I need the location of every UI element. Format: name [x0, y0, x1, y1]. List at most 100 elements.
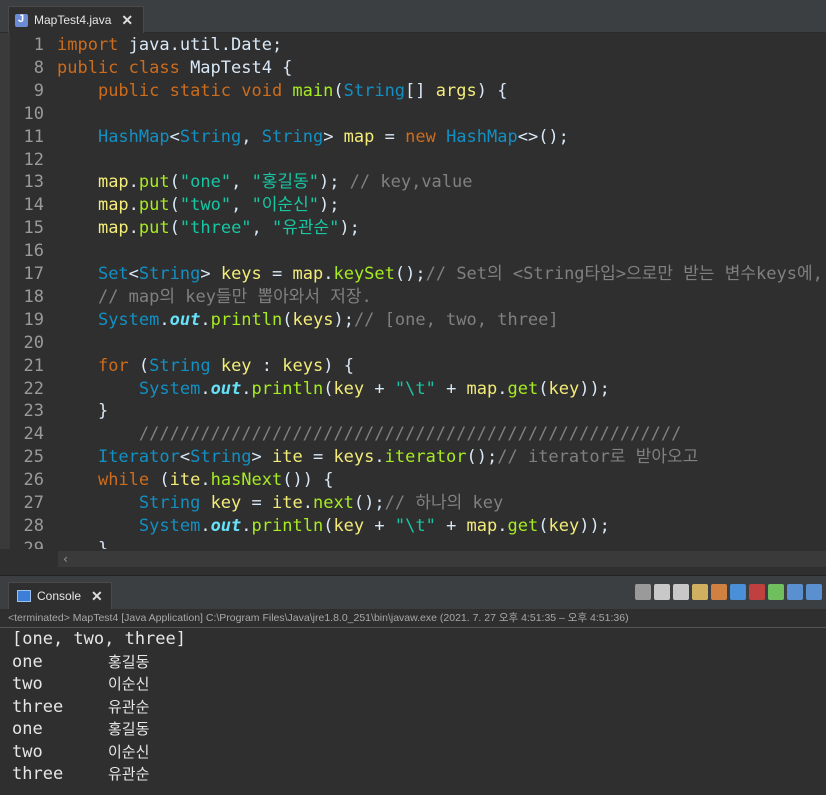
code-token: key — [548, 515, 580, 536]
editor-tab-maptest4[interactable]: MapTest4.java ✕ — [8, 6, 145, 33]
scroll-lock-icon[interactable] — [692, 584, 708, 600]
code-token: java.util.Date; — [128, 35, 283, 55]
code-line: 12 — [0, 149, 826, 172]
console-icon — [17, 590, 31, 602]
code-token: "\t" — [394, 515, 436, 536]
code-token: "one" — [179, 172, 232, 193]
code-token: > — [251, 447, 272, 468]
word-wrap-icon[interactable] — [711, 584, 727, 600]
code-token: (); — [353, 493, 385, 513]
code-token: hasNext — [210, 470, 283, 491]
code-token: String — [261, 126, 324, 147]
close-icon[interactable]: ✕ — [121, 12, 133, 29]
console-tab[interactable]: Console ✕ — [8, 582, 112, 609]
code-line: 16 — [0, 240, 826, 263]
close-icon[interactable]: ✕ — [91, 588, 103, 605]
line-number: 12 — [23, 149, 44, 170]
code-token: String — [138, 264, 201, 284]
code-token: < — [128, 264, 139, 284]
code-token: . — [241, 378, 252, 399]
code-text: System.out.println(key + "\t" + map.get(… — [57, 378, 610, 401]
code-token: import — [57, 35, 129, 55]
code-line: 13 map.put("one", "홍길동"); // key,value — [0, 171, 826, 194]
code-line: 21 for (String key : keys) { — [0, 355, 826, 378]
code-token: System — [138, 378, 201, 399]
output-key: two — [12, 674, 43, 694]
code-token: map — [97, 218, 129, 239]
code-token: String — [138, 493, 201, 513]
remove-all-icon[interactable] — [673, 584, 689, 600]
code-token: . — [241, 515, 252, 536]
scroll-left-icon[interactable]: ‹ — [62, 551, 69, 567]
code-text: public static void main(String[] args) { — [57, 80, 507, 103]
code-text: ////////////////////////////////////////… — [57, 423, 681, 446]
show-on-output-icon[interactable] — [730, 584, 746, 600]
console-toolbar — [635, 584, 822, 600]
code-token: = — [241, 493, 272, 513]
display-console-icon[interactable] — [787, 584, 803, 600]
code-token: , — [231, 195, 252, 216]
open-console-icon[interactable] — [806, 584, 822, 600]
code-token: < — [179, 447, 191, 468]
code-editor[interactable]: 1 import java.util.Date; 8 public class Map… — [0, 33, 826, 549]
code-text: map.put("two", "이순신"); — [57, 194, 339, 217]
code-text: public class MapTest4 { — [57, 57, 292, 80]
console-line: [one, two, three] — [12, 629, 186, 649]
code-token: . — [200, 470, 211, 491]
output-key: three — [12, 764, 64, 784]
code-token: . — [159, 309, 170, 330]
console-tab-bar: Console ✕ — [0, 575, 826, 610]
line-number: 13 — [23, 172, 44, 193]
code-token: println — [210, 309, 283, 330]
code-token: ( — [138, 355, 150, 376]
code-line: 11 HashMap<String, String> map = new Has… — [0, 126, 826, 149]
code-token: HashMap — [446, 126, 518, 147]
code-text: import java.util.Date; — [57, 34, 282, 57]
code-token: System — [97, 309, 160, 330]
console-output[interactable]: [one, two, three] one 홍길동 two 이순신 three 유관순 on… — [0, 628, 826, 795]
remove-launch-icon[interactable] — [654, 584, 670, 600]
code-token: HashMap — [97, 126, 170, 147]
code-line: 29 } — [0, 538, 826, 549]
code-token: keys — [282, 355, 324, 376]
line-number: 8 — [33, 57, 44, 78]
code-text: String key = ite.next();// 하나의 key — [57, 492, 503, 515]
code-token: iterator — [384, 447, 467, 468]
code-token: . — [497, 515, 508, 536]
show-on-error-icon[interactable] — [749, 584, 765, 600]
code-token: while — [97, 470, 160, 491]
code-line: 17 Set<String> keys = map.keySet();// Se… — [0, 263, 826, 286]
output-key: three — [12, 696, 64, 717]
code-token: } — [57, 538, 109, 549]
output-value: 유관순 — [108, 765, 150, 783]
output-value: 이순신 — [108, 675, 150, 693]
editor-tab-label: MapTest4.java — [34, 13, 112, 27]
line-number: 26 — [23, 470, 44, 491]
console-line: one 홍길동 — [12, 718, 149, 741]
output-value: 홍길동 — [108, 720, 150, 738]
pin-console-icon[interactable] — [768, 584, 784, 600]
code-token: System — [138, 515, 201, 536]
code-line: 28 System.out.println(key + "\t" + map.g… — [0, 515, 826, 538]
code-text: HashMap<String, String> map = new HashMa… — [57, 126, 569, 149]
code-token: String — [343, 80, 406, 101]
code-token: key — [333, 515, 365, 536]
code-token: ); — [339, 218, 360, 239]
horizontal-scrollbar[interactable]: ‹ — [58, 551, 826, 567]
code-token: . — [323, 264, 334, 284]
code-token: out — [169, 309, 201, 330]
line-number: 1 — [33, 35, 44, 55]
code-token: [] — [405, 80, 436, 101]
code-token: : — [251, 355, 283, 376]
code-token: println — [251, 378, 324, 399]
terminate-icon[interactable] — [635, 584, 651, 600]
code-token: keySet — [333, 264, 395, 284]
